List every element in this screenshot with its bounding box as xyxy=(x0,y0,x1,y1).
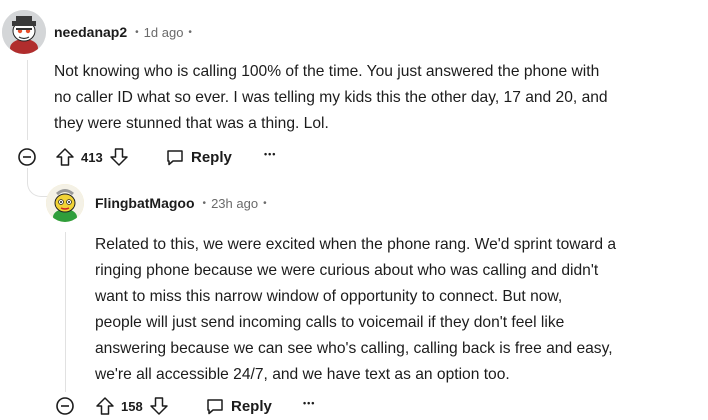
more-options-icon: ••• xyxy=(264,149,277,159)
reply-label: Reply xyxy=(231,397,272,415)
comment-header: needanap2 • 1d ago • xyxy=(54,24,192,40)
comment-line: want to miss this narrow window of oppor… xyxy=(95,288,563,305)
separator: • xyxy=(202,197,207,209)
comment-line: no caller ID what so ever. I was telling… xyxy=(54,89,608,106)
vote-controls: 158 xyxy=(95,396,169,416)
comment-bubble-icon xyxy=(167,150,183,166)
comment-bubble-icon xyxy=(207,399,223,415)
downvote-button[interactable] xyxy=(149,396,169,416)
snoo-avatar-icon xyxy=(46,184,84,222)
comment-line: people will just send incoming calls to … xyxy=(95,314,565,331)
snoo-avatar-icon xyxy=(2,10,46,54)
collapse-button[interactable] xyxy=(17,147,37,167)
comment-body: Related to this, we were excited when th… xyxy=(95,232,616,388)
more-options-button[interactable]: ••• xyxy=(303,398,315,408)
separator: • xyxy=(263,197,267,209)
upvote-arrow-icon xyxy=(56,148,74,166)
comment-line: they were stunned that was a thing. Lol. xyxy=(54,115,329,132)
collapse-icon xyxy=(18,148,36,166)
avatar[interactable] xyxy=(2,10,46,54)
separator: • xyxy=(135,26,139,38)
reply-button[interactable]: Reply xyxy=(165,147,232,167)
comment-line: Not knowing who is calling 100% of the t… xyxy=(54,63,600,80)
more-options-icon: ••• xyxy=(303,398,316,408)
comment-line: we're all accessible 24/7, and we have t… xyxy=(95,366,510,383)
downvote-arrow-icon xyxy=(109,148,128,166)
comment-line: ringing phone because we were curious ab… xyxy=(95,262,599,279)
comment: needanap2 • 1d ago • Not knowing who is … xyxy=(0,0,708,180)
more-options-button[interactable]: ••• xyxy=(264,149,276,159)
collapse-icon xyxy=(56,397,74,415)
comment-line: Related to this, we were excited when th… xyxy=(95,236,617,253)
timestamp[interactable]: 1d ago xyxy=(144,25,184,40)
reply-button[interactable]: Reply xyxy=(205,396,272,416)
comment-line: answering because we can see who's calli… xyxy=(95,340,613,357)
separator: • xyxy=(188,26,192,38)
comment: FlingbatMagoo • 23h ago • Related to thi… xyxy=(0,180,708,420)
upvote-arrow-icon xyxy=(96,397,114,415)
upvote-button[interactable] xyxy=(55,147,75,167)
comment-body: Not knowing who is calling 100% of the t… xyxy=(54,59,608,137)
username[interactable]: needanap2 xyxy=(54,24,127,40)
collapse-button[interactable] xyxy=(55,396,75,416)
comment-header: FlingbatMagoo • 23h ago • xyxy=(95,195,267,211)
vote-count: 158 xyxy=(121,398,143,414)
reply-label: Reply xyxy=(191,148,232,166)
downvote-arrow-icon xyxy=(149,397,168,415)
timestamp[interactable]: 23h ago xyxy=(211,196,258,211)
upvote-button[interactable] xyxy=(95,396,115,416)
username[interactable]: FlingbatMagoo xyxy=(95,195,195,211)
downvote-button[interactable] xyxy=(109,147,129,167)
vote-count: 413 xyxy=(81,149,103,165)
vote-controls: 413 xyxy=(55,147,129,167)
avatar[interactable] xyxy=(46,184,84,222)
